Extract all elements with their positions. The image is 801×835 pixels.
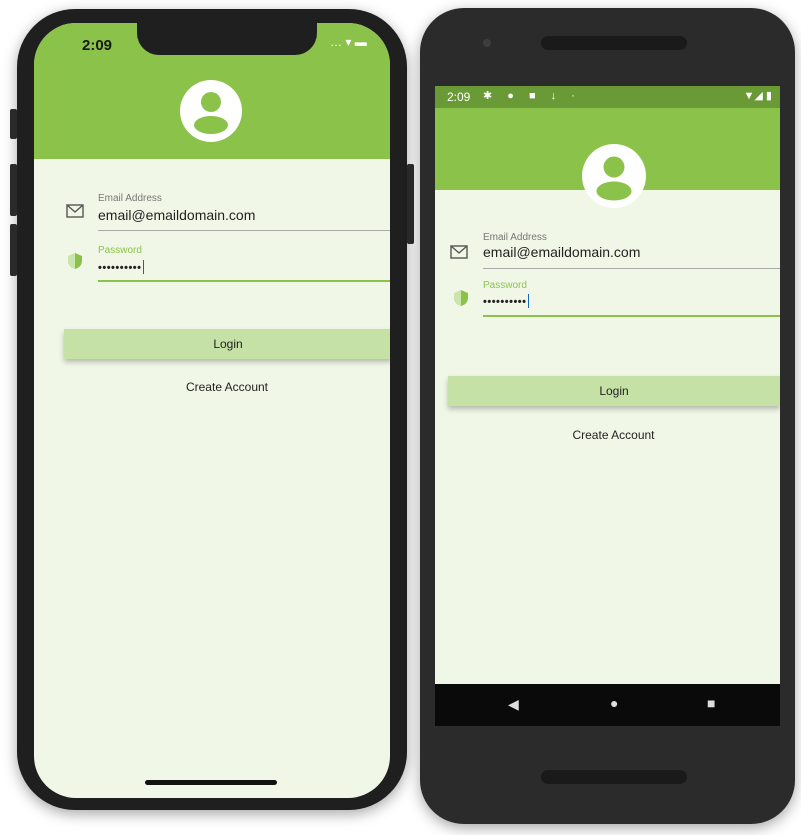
password-dots: ••••••••••	[98, 262, 142, 274]
home-button-icon[interactable]: ●	[610, 695, 618, 711]
text-cursor	[142, 260, 145, 274]
iphone-device: 2:09 … ▾ ▬ Email Address email@emaildoma…	[10, 9, 414, 810]
iphone-volume-down	[10, 224, 17, 276]
signal-battery-icons: ▼◢ ▮	[743, 90, 772, 102]
stage: 2:09 … ▾ ▬ Email Address email@emaildoma…	[0, 0, 801, 835]
shield-icon	[68, 253, 82, 269]
status-icons: … ▾ ▬	[330, 35, 367, 49]
android-screen: 2:09 ✱ ● ■ ↓ · ▼◢ ▮ Email Address email@…	[435, 86, 780, 726]
bottom-speaker-grille	[541, 770, 687, 784]
notification-icons: ✱ ● ■ ↓ ·	[483, 90, 581, 102]
email-underline	[483, 268, 780, 269]
front-camera	[483, 39, 491, 47]
status-time: 2:09	[447, 90, 471, 104]
login-button[interactable]: Login	[448, 376, 780, 406]
password-field[interactable]: Password ••••••••••	[435, 280, 780, 332]
password-underline	[483, 315, 780, 317]
iphone-notch	[137, 23, 317, 55]
navigation-bar: ◀ ● ■	[435, 684, 780, 726]
home-indicator[interactable]	[145, 780, 277, 785]
top-speaker-grille	[541, 36, 687, 50]
password-input[interactable]: ••••••••••	[483, 294, 530, 308]
iphone-screen: 2:09 … ▾ ▬ Email Address email@emaildoma…	[34, 23, 390, 798]
email-label: Email Address	[483, 232, 547, 243]
status-bar: 2:09 ✱ ● ■ ↓ · ▼◢ ▮	[435, 86, 780, 108]
account-circle-icon	[180, 80, 242, 142]
text-cursor	[527, 294, 530, 308]
back-button-icon[interactable]: ◀	[508, 696, 519, 713]
password-field[interactable]: Password ••••••••••	[34, 245, 390, 297]
iphone-volume-up	[10, 164, 17, 216]
mail-icon	[66, 204, 84, 218]
create-account-link[interactable]: Create Account	[435, 428, 780, 442]
email-underline	[98, 230, 390, 231]
password-underline	[98, 280, 390, 282]
email-input[interactable]: email@emaildomain.com	[98, 207, 255, 223]
email-field[interactable]: Email Address email@emaildomain.com	[435, 232, 780, 278]
account-circle-icon	[582, 144, 646, 208]
password-dots: ••••••••••	[483, 296, 527, 308]
create-account-link[interactable]: Create Account	[34, 380, 390, 394]
iphone-power-button	[407, 164, 414, 244]
iphone-mute-switch	[10, 109, 17, 139]
android-device: 2:09 ✱ ● ■ ↓ · ▼◢ ▮ Email Address email@…	[420, 8, 795, 824]
password-label: Password	[483, 280, 527, 291]
mail-icon	[450, 245, 468, 259]
email-label: Email Address	[98, 193, 162, 204]
login-button[interactable]: Login	[64, 329, 390, 359]
password-input[interactable]: ••••••••••	[98, 260, 145, 274]
status-time: 2:09	[82, 37, 113, 54]
app-header	[435, 108, 780, 208]
recents-button-icon[interactable]: ■	[707, 695, 715, 711]
email-field[interactable]: Email Address email@emaildomain.com	[34, 193, 390, 239]
shield-icon	[454, 290, 468, 306]
email-input[interactable]: email@emaildomain.com	[483, 244, 640, 260]
password-label: Password	[98, 245, 142, 256]
